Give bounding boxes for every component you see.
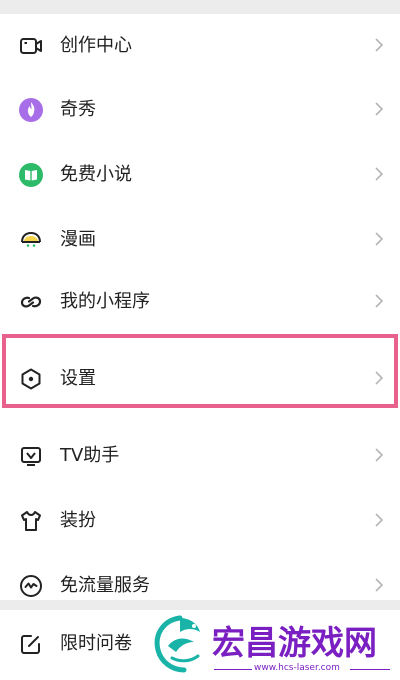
menu-item-creation-center[interactable]: 创作中心 [0, 14, 400, 80]
menu-item-dress-up[interactable]: 装扮 [0, 489, 400, 555]
chevron-right-icon [375, 232, 384, 246]
menu-item-comics[interactable]: 漫画 [0, 208, 400, 274]
flame-icon [19, 98, 43, 122]
watermark-title: 宏昌游戏网 [212, 623, 377, 662]
chevron-right-icon [375, 102, 384, 116]
menu-item-label: 限时问卷 [60, 633, 132, 654]
menu-item-free-novels[interactable]: 免费小说 [0, 143, 400, 209]
data-saver-icon [20, 575, 42, 597]
menu-item-label: 漫画 [60, 229, 96, 250]
menu-item-label: TV助手 [60, 445, 120, 466]
menu-item-label: 设置 [60, 368, 96, 389]
chevron-right-icon [375, 294, 384, 308]
shirt-icon [21, 511, 41, 531]
chevron-right-icon [375, 578, 384, 592]
menu-item-label: 免费小说 [60, 164, 132, 185]
menu-item-label: 我的小程序 [60, 291, 150, 312]
watermark-underline-right [350, 669, 390, 670]
menu-item-label: 奇秀 [60, 99, 96, 120]
menu-item-qixiu[interactable]: 奇秀 [0, 78, 400, 144]
menu-list: 创作中心 奇秀 免费小说 漫画 我的小程序 设置 TV助手 装扮 免流量服务 [0, 14, 400, 604]
edit-square-icon [21, 635, 40, 654]
tv-icon [21, 447, 41, 466]
watermark-url: www.hcs-laser.com [254, 663, 340, 673]
menu-item-label: 装扮 [60, 510, 96, 531]
comic-face-icon [21, 231, 41, 247]
chevron-right-icon [375, 167, 384, 181]
menu-item-tv-assistant[interactable]: TV助手 [0, 424, 400, 490]
menu-item-label: 创作中心 [60, 35, 132, 56]
video-camera-icon [20, 38, 42, 54]
top-divider-strip [0, 0, 400, 14]
menu-item-settings[interactable]: 设置 [0, 347, 400, 413]
chevron-right-icon [375, 513, 384, 527]
chevron-right-icon [375, 38, 384, 52]
watermark-logo-icon [154, 615, 200, 673]
mini-program-icon [20, 296, 42, 308]
book-icon [19, 163, 43, 187]
chevron-right-icon [375, 448, 384, 462]
settings-hexagon-icon [21, 368, 41, 390]
menu-item-my-mini-programs[interactable]: 我的小程序 [0, 270, 400, 336]
watermark: 宏昌游戏网 www.hcs-laser.com [150, 608, 400, 680]
chevron-right-icon [375, 371, 384, 385]
menu-item-label: 免流量服务 [60, 575, 150, 596]
watermark-underline-left [214, 669, 252, 670]
